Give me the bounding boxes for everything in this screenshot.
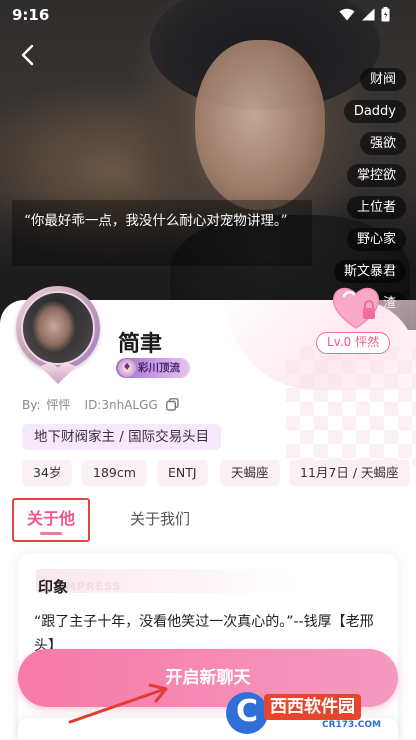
tag-chip: Daddy [343,100,406,123]
rank-badge-label: 彩川顶流 [138,362,180,374]
avatar-image [21,291,95,365]
status-time: 9:16 [12,6,50,24]
level-badge[interactable]: Lv.0 怦然 [316,332,391,354]
tag-chip: 财阀 [359,68,406,91]
tag-chip: 野心家 [346,228,406,251]
back-button[interactable] [12,40,42,70]
attribute-chips: 34岁 189cm ENTJ 天蝎座 11月7日 / 天蝎座 [22,460,412,486]
by-label: By: [22,397,41,412]
hero-face [195,40,325,210]
tab-active-indicator [40,532,62,535]
watermark-site: CR173.COM [322,720,381,730]
impression-watermark: IMPRESS [60,580,122,593]
tag-chip: 强欲 [359,132,406,155]
character-id: ID:3nhALGG [84,397,158,412]
watermark-name: 西西软件园 [264,694,361,720]
card-pattern [286,346,416,466]
battery-icon [381,7,390,22]
avatar-frame [16,286,100,370]
annotation-arrow-icon [68,683,168,724]
avatar[interactable] [10,280,106,390]
status-icons [339,7,390,22]
rank-badge[interactable]: ♦ 彩川顶流 [116,358,190,378]
wifi-icon [339,8,355,21]
attr-chip-mbti: ENTJ [157,460,208,486]
tag-chip: 上位者 [346,196,406,219]
author-line: By: 怦怦 ID:3nhALGG [22,396,179,413]
character-name: 简聿 [118,331,163,357]
back-arrow-icon [21,44,34,66]
rank-emblem-icon: ♦ [118,359,136,377]
attr-chip-zodiac: 天蝎座 [220,460,280,486]
copy-icon[interactable] [165,398,179,411]
watermark-c-logo: C [226,692,268,734]
tag-chip: 斯文暴君 [333,260,406,283]
attr-chip-age: 34岁 [22,460,73,486]
author-name[interactable]: 怦怦 [47,396,71,413]
tag-chip: 掌控欲 [346,164,406,187]
tab-about-him[interactable]: 关于他 [12,498,90,542]
site-watermark-logo: C 西西软件园 CR173.COM [226,692,412,734]
character-quote: “你最好乖一点，我没什么耐心对宠物讲理。” [12,200,312,266]
signal-icon [362,8,375,21]
tab-about-him-label: 关于他 [26,509,75,528]
status-bar: 9:16 [0,0,416,30]
character-title: 地下财阀家主 / 国际交易头目 [22,424,222,450]
attr-chip-height: 189cm [82,460,147,486]
impression-title: 印象 [38,578,69,596]
tab-about-us[interactable]: 关于我们 [130,508,190,529]
attr-chip-birthday: 11月7日 / 天蝎座 [289,460,410,486]
heart-lock-icon[interactable] [330,282,382,332]
